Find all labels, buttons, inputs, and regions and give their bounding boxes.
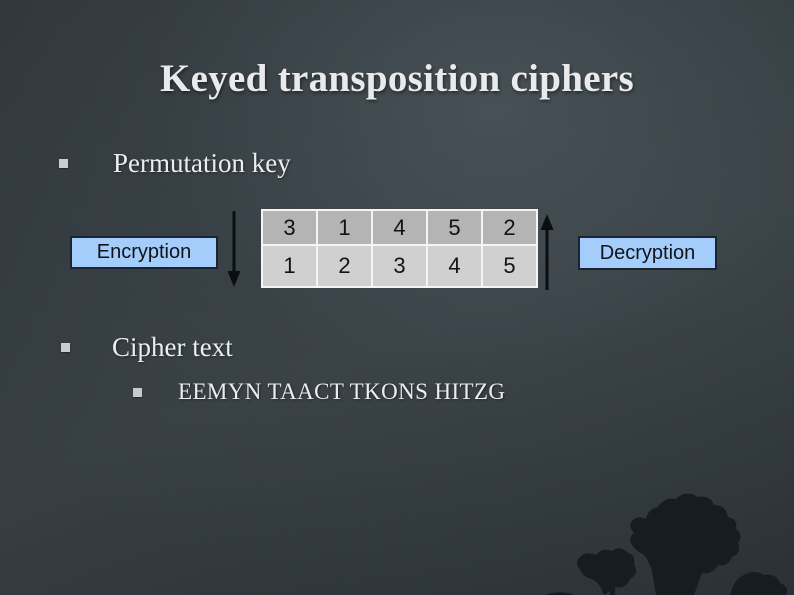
bullet-permutation-key: Permutation key [59, 148, 291, 178]
bullet-permutation-key-label: Permutation key [113, 148, 291, 178]
slide-canvas: Keyed transposition ciphers Permutation … [0, 0, 794, 595]
cipher-text-value-label: EEMYN TAACT TKONS HITZG [178, 379, 506, 404]
permutation-key-table: 3 1 4 5 2 1 2 3 4 5 [261, 209, 538, 288]
decryption-callout[interactable]: Decryption [578, 236, 717, 270]
page-title: Keyed transposition ciphers [160, 57, 634, 100]
table-cell: 5 [481, 244, 538, 288]
table-cell: 4 [426, 244, 483, 288]
square-bullet-icon [59, 158, 68, 168]
tree-silhouette-icon [544, 493, 788, 595]
table-cell: 1 [261, 244, 318, 288]
bullet-cipher-text-label: Cipher text [112, 332, 233, 362]
decryption-arrow-up-icon [540, 214, 554, 290]
table-cell: 4 [371, 209, 428, 246]
encryption-arrow-down-icon [227, 211, 241, 287]
square-bullet-icon [133, 387, 142, 397]
table-cell: 2 [316, 244, 373, 288]
encryption-callout[interactable]: Encryption [70, 236, 218, 269]
square-bullet-icon [61, 342, 70, 352]
table-row: 3 1 4 5 2 [261, 209, 538, 246]
bullet-cipher-text-value: EEMYN TAACT TKONS HITZG [133, 379, 505, 405]
table-row: 1 2 3 4 5 [261, 244, 538, 288]
table-cell: 1 [316, 209, 373, 246]
bullet-cipher-text: Cipher text [61, 332, 233, 362]
table-cell: 2 [481, 209, 538, 246]
table-cell: 5 [426, 209, 483, 246]
table-cell: 3 [371, 244, 428, 288]
table-cell: 3 [261, 209, 318, 246]
